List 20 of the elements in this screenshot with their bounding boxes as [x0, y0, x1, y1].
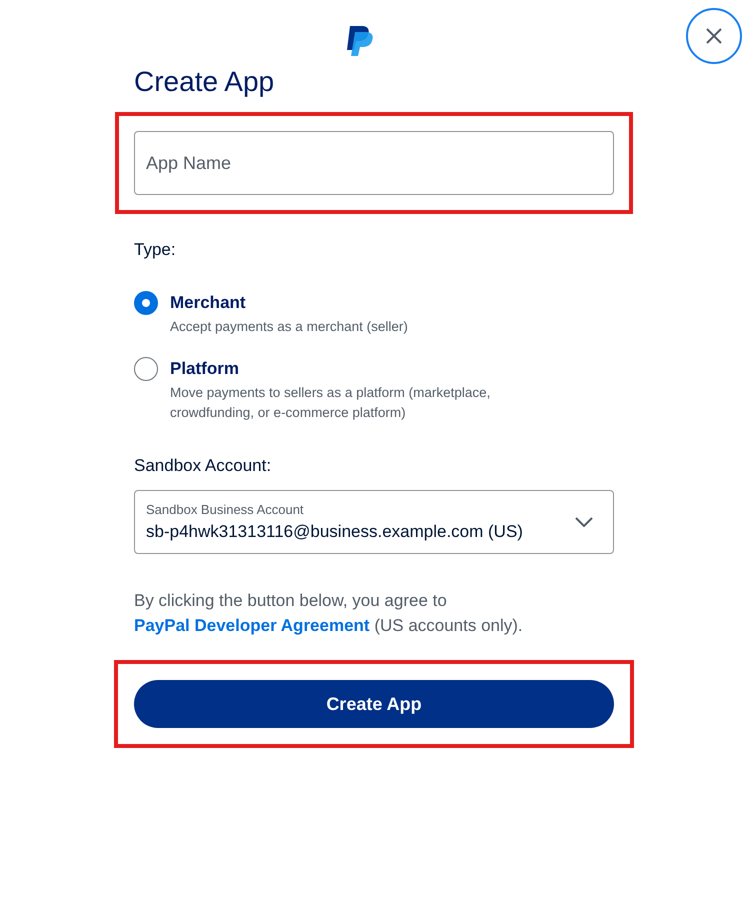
sandbox-account-select[interactable]: Sandbox Business Account sb-p4hwk31313116@business.example.com (US)	[134, 490, 614, 554]
close-icon	[705, 27, 723, 45]
agreement-link[interactable]: PayPal Developer Agreement	[134, 616, 370, 635]
radio-label: Platform	[170, 358, 240, 380]
radio-button[interactable]	[134, 356, 158, 380]
create-app-button[interactable]: Create App	[134, 680, 614, 728]
radio-description: Move payments to sellers as a platform (marketplace, crowdfunding, or e-commerce platform)	[170, 384, 492, 422]
select-label: Sandbox Business Account	[146, 500, 305, 518]
app-name-field[interactable]: App Name	[134, 131, 614, 195]
dialog-title: Create App	[134, 65, 276, 99]
type-label: Type:	[134, 239, 177, 261]
select-value: sb-p4hwk31313116@business.example.com (US)	[146, 521, 524, 543]
radio-label: Merchant	[170, 292, 247, 314]
radio-button[interactable]	[134, 290, 158, 314]
sandbox-label: Sandbox Account:	[134, 454, 272, 476]
radio-description: Accept payments as a merchant (seller)	[170, 318, 409, 336]
chevron-down-icon	[575, 517, 593, 527]
logo-icon	[347, 26, 375, 56]
agreement-text: By clicking the button below, you agree to PayPal Developer Agreement (US accounts only).	[134, 590, 524, 637]
close-button[interactable]	[686, 8, 742, 64]
